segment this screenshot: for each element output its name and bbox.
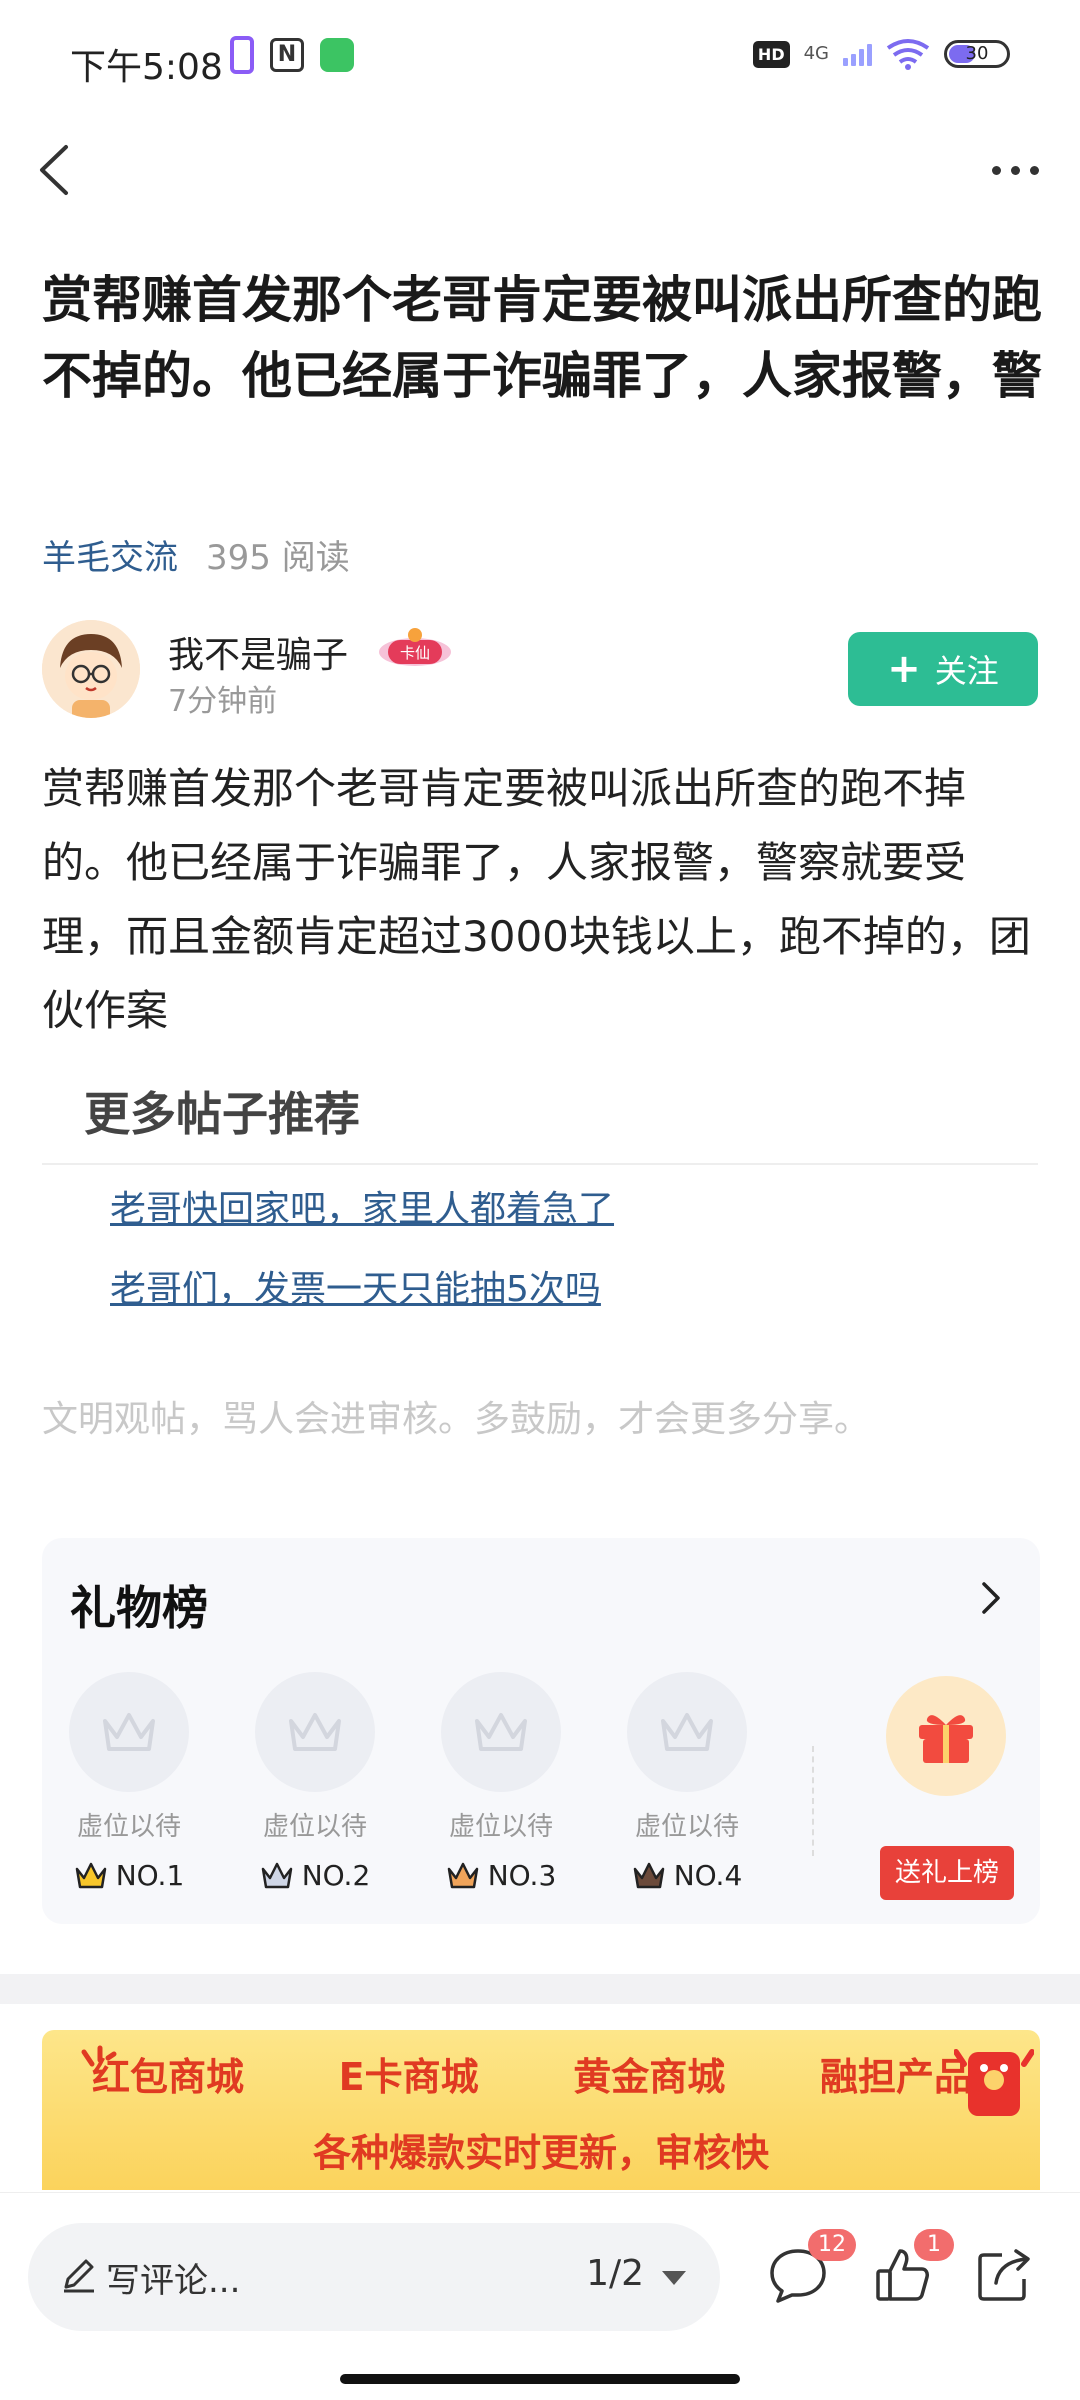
- slot-placeholder: 虚位以待: [262, 1812, 367, 1842]
- pencil-icon: [64, 2259, 94, 2293]
- gold-crown-icon: [75, 1862, 106, 1888]
- civility-note: 文明观帖，骂人会进审核。多鼓励，才会更多分享。: [42, 1399, 871, 1440]
- comment-placeholder: 写评论...: [106, 2261, 241, 2301]
- phone-icon: [230, 36, 254, 74]
- rank-number: NO.3: [487, 1859, 557, 1892]
- recommend-link[interactable]: 老哥们，发票一天只能抽5次吗: [110, 1260, 601, 1312]
- status-bar: 下午5:08 N HD 4G 30: [0, 0, 1080, 120]
- home-indicator[interactable]: [340, 2374, 740, 2384]
- crown-placeholder-icon: [627, 1672, 747, 1792]
- banner-items: 红包商城 E卡商城 黄金商城 融担产品: [92, 2046, 972, 2101]
- send-gift-button[interactable]: 送礼上榜: [880, 1846, 1014, 1900]
- rank-label: NO.2: [250, 1859, 380, 1892]
- share-icon[interactable]: [972, 2243, 1036, 2307]
- rank-number: NO.1: [115, 1859, 185, 1892]
- comment-input[interactable]: 写评论... 1/2: [28, 2223, 720, 2331]
- avatar[interactable]: [42, 620, 140, 718]
- banner-item: 融担产品: [819, 2055, 972, 2099]
- post-time: 7分钟前: [168, 684, 278, 719]
- post-meta: 羊毛交流 395 阅读: [42, 530, 350, 579]
- svg-text:卡仙: 卡仙: [400, 644, 430, 662]
- rank-label: NO.1: [64, 1859, 194, 1892]
- rank-label: NO.3: [436, 1859, 566, 1892]
- nfc-icon: N: [270, 38, 304, 72]
- bottom-bar: 写评论... 1/2 12 1: [0, 2192, 1080, 2400]
- banner-item: E卡商城: [338, 2055, 479, 2099]
- network-type: 4G: [803, 43, 829, 64]
- page-indicator[interactable]: 1/2: [586, 2253, 644, 2294]
- gift-slot-4: 虚位以待 NO.4: [622, 1672, 752, 1892]
- banner-subtitle: 各种爆款实时更新，审核快: [312, 2131, 769, 2175]
- dark-crown-icon: [633, 1862, 664, 1888]
- banner-item: 红包商城: [92, 2055, 245, 2099]
- gift-box-icon[interactable]: [886, 1676, 1006, 1796]
- silver-crown-icon: [261, 1862, 292, 1888]
- battery-level: 30: [965, 43, 989, 64]
- promo-banner[interactable]: 红包商城 E卡商城 黄金商城 融担产品 各种爆款实时更新，审核快: [42, 2030, 1040, 2190]
- slot-placeholder: 虚位以待: [76, 1812, 181, 1842]
- signal-icon: [843, 42, 872, 66]
- slot-placeholder: 虚位以待: [448, 1812, 553, 1842]
- level-badge-icon: 卡仙: [379, 628, 451, 666]
- crown-placeholder-icon: [255, 1672, 375, 1792]
- post-title: 赏帮赚首发那个老哥肯定要被叫派出所查的跑不掉的。他已经属于诈骗罪了，人家报警，警: [42, 271, 1042, 405]
- category-link[interactable]: 羊毛交流: [42, 530, 178, 579]
- chevron-right-icon[interactable]: [970, 1578, 1010, 1618]
- follow-label: 关注: [934, 652, 999, 690]
- like-count-badge: 1: [914, 2229, 954, 2261]
- section-divider: [0, 1974, 1080, 2004]
- dropdown-caret-icon[interactable]: [662, 2271, 686, 2285]
- top-nav: [0, 120, 1080, 220]
- wifi-icon: [886, 39, 930, 70]
- red-envelope-mascot-icon: [954, 2049, 1034, 2116]
- rank-number: NO.4: [673, 1859, 743, 1892]
- author-name[interactable]: 我不是骗子: [168, 626, 348, 678]
- hd-icon: HD: [752, 40, 790, 68]
- recommend-link[interactable]: 老哥快回家吧，家里人都着急了: [110, 1180, 614, 1232]
- gift-slot-3: 虚位以待 NO.3: [436, 1672, 566, 1892]
- battery-icon: 30: [944, 40, 1010, 68]
- bronze-crown-icon: [447, 1862, 478, 1888]
- divider: [42, 1163, 1038, 1165]
- more-options-icon[interactable]: [980, 135, 1050, 205]
- app-notification-icon: [320, 38, 354, 72]
- gift-slot-2: 虚位以待 NO.2: [250, 1672, 380, 1892]
- rank-label: NO.4: [622, 1859, 752, 1892]
- status-left-icons: N: [230, 36, 354, 74]
- gift-slot-1: 虚位以待 NO.1: [64, 1672, 194, 1892]
- crown-placeholder-icon: [69, 1672, 189, 1792]
- rank-number: NO.2: [301, 1859, 371, 1892]
- gift-board-title: 礼物榜: [70, 1581, 208, 1635]
- banner-item: 黄金商城: [573, 2055, 726, 2099]
- post-body: 赏帮赚首发那个老哥肯定要被叫派出所查的跑不掉的。他已经属于诈骗罪了，人家报警，警…: [42, 764, 1031, 1035]
- gift-board[interactable]: 礼物榜 虚位以待 NO.1 虚位以待 NO.2 虚位以待 NO.3 虚位以待 N…: [42, 1538, 1040, 1924]
- crown-placeholder-icon: [441, 1672, 561, 1792]
- back-arrow-icon[interactable]: [22, 135, 92, 205]
- follow-button[interactable]: + 关注: [848, 632, 1038, 706]
- status-right-icons: HD 4G 30: [752, 38, 1010, 70]
- comment-count-badge: 12: [808, 2229, 856, 2261]
- status-time: 下午5:08: [70, 47, 223, 88]
- divider: [812, 1746, 814, 1856]
- recommend-title: 更多帖子推荐: [84, 1087, 360, 1141]
- author-row: 我不是骗子 卡仙 7分钟前 + 关注: [42, 620, 1038, 730]
- plus-icon: +: [887, 646, 921, 692]
- read-count: 395 阅读: [206, 538, 350, 578]
- slot-placeholder: 虚位以待: [634, 1812, 739, 1842]
